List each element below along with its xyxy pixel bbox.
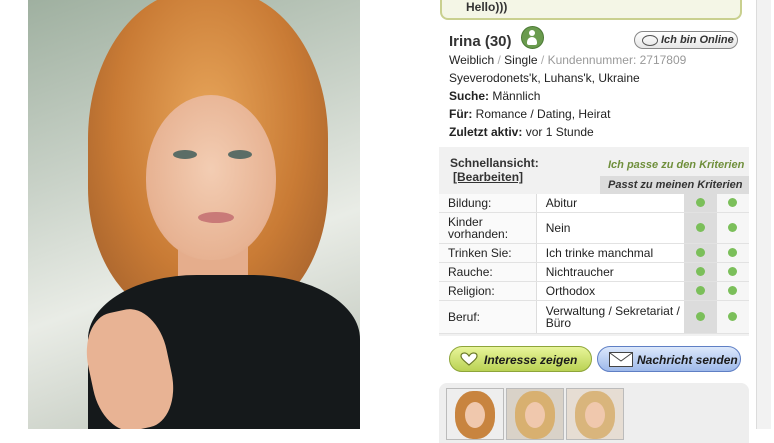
match-dot-icon bbox=[728, 311, 738, 321]
row-value: Nichtraucher bbox=[536, 262, 685, 282]
profile-search-value: Männlich bbox=[492, 89, 541, 103]
table-row: Kinder vorhanden: Nein bbox=[439, 212, 749, 244]
criteria-matches-mine-header: Passt zu meinen Kriterien bbox=[600, 176, 749, 194]
table-row: Trinken Sie: Ich trinke manchmal bbox=[439, 243, 749, 263]
photo-lips bbox=[198, 212, 234, 223]
send-message-label: Nachricht senden bbox=[637, 353, 738, 367]
photo-eye-right bbox=[228, 150, 252, 159]
online-badge[interactable]: Ich bin Online bbox=[634, 31, 738, 49]
row-value: Nein bbox=[536, 212, 685, 244]
envelope-icon bbox=[609, 352, 633, 367]
thumbnail-2[interactable] bbox=[506, 388, 564, 440]
online-badge-label: Ich bin Online bbox=[661, 34, 734, 46]
table-row: Bildung: Abitur bbox=[439, 194, 749, 213]
profile-last-active-label: Zuletzt aktiv: bbox=[449, 125, 523, 139]
match-dot-icon bbox=[696, 197, 706, 207]
match-dot-icon bbox=[696, 285, 706, 295]
row-value: Abitur bbox=[536, 194, 685, 213]
profile-search: Suche: Männlich bbox=[449, 89, 540, 103]
show-interest-label: Interesse zeigen bbox=[484, 353, 578, 367]
match-dot-icon bbox=[696, 222, 706, 232]
thumbnail-1[interactable] bbox=[446, 388, 504, 440]
profile-for: Für: Romance / Dating, Heirat bbox=[449, 107, 610, 121]
profile-last-active: Zuletzt aktiv: vor 1 Stunde bbox=[449, 125, 594, 139]
match-dot-icon bbox=[728, 222, 738, 232]
profile-photo[interactable] bbox=[28, 0, 360, 429]
profile-gender: Weiblich bbox=[449, 53, 495, 67]
heart-icon bbox=[460, 352, 478, 366]
match-dot-icon bbox=[728, 247, 738, 257]
chat-bubble-icon bbox=[642, 35, 658, 46]
message-bubble-text: Hello))) bbox=[466, 0, 508, 14]
match-dot-icon bbox=[696, 311, 706, 321]
thumbnail-3[interactable] bbox=[566, 388, 624, 440]
profile-for-label: Für: bbox=[449, 107, 473, 121]
photo-eye-left bbox=[173, 150, 197, 159]
profile-search-label: Suche: bbox=[449, 89, 490, 103]
profile-last-active-value: vor 1 Stunde bbox=[525, 125, 594, 139]
profile-for-value: Romance / Dating, Heirat bbox=[475, 107, 611, 121]
row-key: Kinder vorhanden: bbox=[439, 212, 537, 244]
person-icon bbox=[521, 26, 544, 49]
row-value: Orthodox bbox=[536, 281, 685, 301]
quickview-table: Bildung: Abitur Kinder vorhanden: Nein T… bbox=[439, 194, 749, 334]
show-interest-button[interactable]: Interesse zeigen bbox=[449, 346, 592, 372]
photo-face bbox=[146, 95, 276, 260]
match-dot-icon bbox=[696, 247, 706, 257]
match-dot-icon bbox=[696, 266, 706, 276]
row-key: Religion: bbox=[439, 281, 537, 301]
separator: / bbox=[497, 53, 501, 67]
quickview-edit-link[interactable]: [Bearbeiten] bbox=[453, 170, 523, 184]
quickview-panel: Schnellansicht: [Bearbeiten] Ich passe z… bbox=[439, 147, 749, 336]
row-key: Trinken Sie: bbox=[439, 243, 537, 263]
message-bubble: Hello))) bbox=[440, 0, 742, 20]
row-value: Verwaltung / Sekretariat / Büro bbox=[536, 300, 685, 334]
row-key: Bildung: bbox=[439, 194, 537, 213]
table-row: Rauche: Nichtraucher bbox=[439, 262, 749, 282]
match-dot-icon bbox=[728, 197, 738, 207]
row-value: Ich trinke manchmal bbox=[536, 243, 685, 263]
vertical-scrollbar[interactable] bbox=[756, 0, 771, 429]
separator: / bbox=[540, 53, 545, 67]
match-dot-icon bbox=[728, 266, 738, 276]
profile-name: Irina (30) bbox=[449, 33, 512, 50]
profile-location: Syeverodonets'k, Luhans'k, Ukraine bbox=[449, 71, 640, 85]
photo-thumbnails bbox=[439, 383, 749, 443]
customer-number: Kundennummer: 2717809 bbox=[547, 53, 687, 67]
match-dot-icon bbox=[728, 285, 738, 295]
row-key: Rauche: bbox=[439, 262, 537, 282]
table-row: Religion: Orthodox bbox=[439, 281, 749, 301]
send-message-button[interactable]: Nachricht senden bbox=[597, 346, 741, 372]
profile-status: Single bbox=[504, 53, 538, 67]
quickview-label: Schnellansicht: bbox=[450, 156, 539, 170]
profile-basics: Weiblich / Single / Kundennummer: 271780… bbox=[449, 53, 686, 67]
criteria-i-match-header: Ich passe zu den Kriterien bbox=[600, 156, 749, 175]
table-row: Beruf: Verwaltung / Sekretariat / Büro bbox=[439, 300, 749, 334]
row-key: Beruf: bbox=[439, 300, 537, 334]
